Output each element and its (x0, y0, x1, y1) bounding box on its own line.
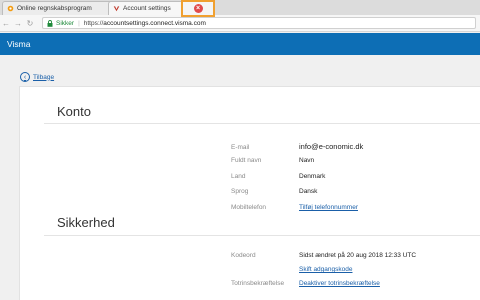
back-arrow-icon[interactable]: ← (0, 19, 12, 28)
url-host: accountsettings.connect.visma.com (103, 19, 206, 27)
tab-title: Account settings (123, 5, 171, 12)
country-value: Denmark (299, 173, 326, 180)
twofa-label: Totrinsbekræftelse (231, 280, 285, 287)
lock-icon (47, 19, 53, 27)
brand-logo-text: Visma (7, 39, 31, 49)
twofa-row: Totrinsbekræftelse Deaktiver totrinsbekr… (231, 280, 380, 287)
password-label: Kodeord (231, 252, 256, 259)
add-phone-link[interactable]: Tilføj telefonnummer (299, 204, 358, 211)
tab-title: Online regnskabsprogram (17, 5, 92, 12)
konto-heading: Konto (57, 104, 91, 119)
email-row: E-mail info@e-conomic.dk (231, 142, 363, 151)
fullname-value: Navn (299, 157, 315, 164)
visma-favicon-icon (113, 6, 120, 12)
economic-favicon-icon (7, 5, 14, 12)
highlighted-tab-close-region[interactable]: × (181, 0, 215, 17)
back-link[interactable]: ‹ Tilbage (20, 72, 54, 82)
back-circle-arrow-icon: ‹ (20, 72, 30, 82)
address-bar[interactable]: Sikker | https://accountsettings.connect… (42, 17, 476, 29)
browser-tab-strip: Online regnskabsprogram ✕ Account settin… (0, 0, 480, 17)
visma-header: Visma (0, 33, 480, 55)
email-value: info@e-conomic.dk (299, 142, 364, 151)
password-value: Sidst ændret på 20 aug 2018 12:33 UTC (299, 252, 417, 259)
sikkerhed-heading: Sikkerhed (57, 215, 115, 230)
email-label: E-mail (231, 144, 250, 151)
back-link-label: Tilbage (33, 73, 55, 81)
country-row: Land Denmark (231, 173, 325, 180)
url-scheme: https:// (83, 19, 104, 27)
change-password-row: Skift adgangskode (231, 266, 352, 273)
url-separator: | (78, 19, 80, 27)
secure-label: Sikker (56, 19, 75, 27)
fullname-label: Fuldt navn (231, 157, 262, 164)
forward-arrow-icon[interactable]: → (12, 19, 24, 28)
change-password-link[interactable]: Skift adgangskode (299, 266, 352, 273)
sikkerhed-divider (44, 235, 480, 236)
reload-icon[interactable]: ↻ (24, 19, 36, 28)
konto-divider (44, 123, 480, 124)
mobile-row: Mobiltelefon Tilføj telefonnummer (231, 204, 358, 211)
language-row: Sprog Dansk (231, 188, 317, 195)
language-label: Sprog (231, 188, 249, 195)
fullname-row: Fuldt navn Navn (231, 157, 314, 164)
disable-twofa-link[interactable]: Deaktiver totrinsbekræftelse (299, 280, 380, 287)
mobile-label: Mobiltelefon (231, 204, 267, 211)
browser-toolbar: ← → ↻ Sikker | https://accountsettings.c… (0, 15, 480, 32)
password-row: Kodeord Sidst ændret på 20 aug 2018 12:3… (231, 252, 416, 259)
close-circle-icon[interactable]: × (193, 4, 203, 13)
language-value: Dansk (299, 188, 318, 195)
country-label: Land (231, 173, 246, 180)
